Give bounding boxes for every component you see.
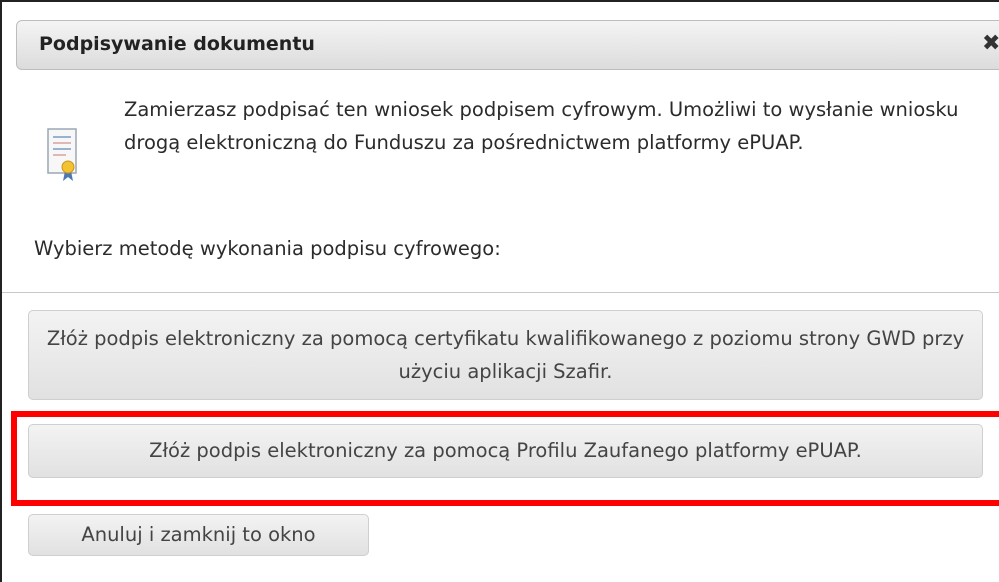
sign-szafir-button[interactable]: Złóż podpis elektroniczny za pomocą cert…: [28, 310, 983, 400]
intro-text: Zamierzasz podpisać ten wniosek podpisem…: [124, 98, 959, 154]
dialog-titlebar: Podpisywanie dokumentu ✖: [16, 20, 999, 70]
signed-document-icon: [47, 128, 77, 181]
close-icon[interactable]: ✖: [982, 31, 999, 56]
signing-dialog: Podpisywanie dokumentu ✖ Zamierzasz podp…: [0, 0, 999, 582]
divider: [2, 292, 999, 293]
cancel-button[interactable]: Anuluj i zamknij to okno: [28, 514, 369, 556]
dialog-title: Podpisywanie dokumentu: [39, 33, 315, 55]
method-prompt: Wybierz metodę wykonania podpisu cyfrowe…: [34, 237, 501, 260]
sign-epuap-button[interactable]: Złóż podpis elektroniczny za pomocą Prof…: [28, 424, 983, 478]
